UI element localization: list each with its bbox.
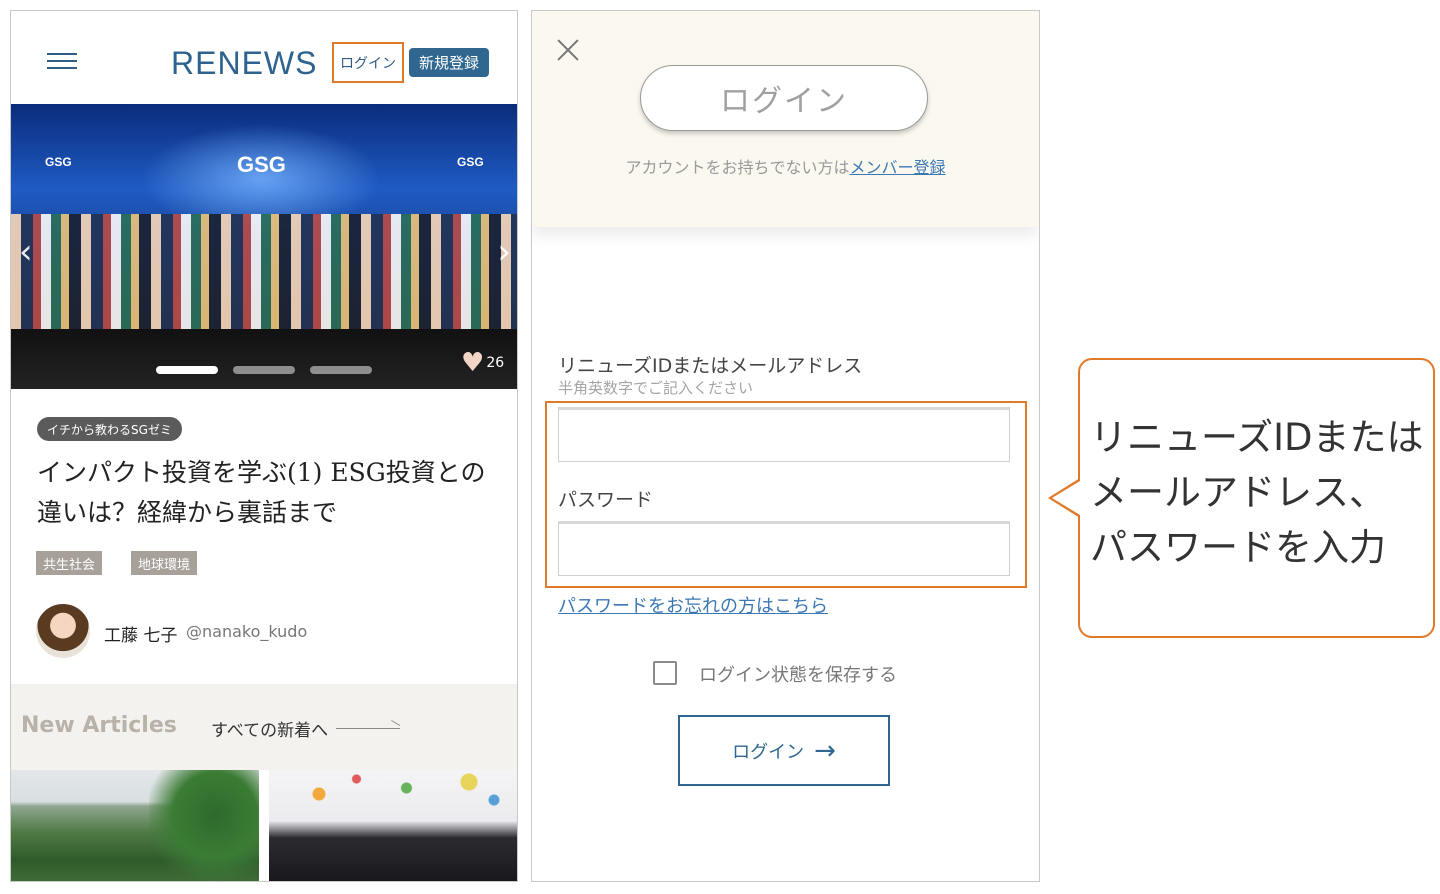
thumbnail-decoration xyxy=(269,770,517,830)
header-signup-button[interactable]: 新規登録 xyxy=(409,48,489,77)
carousel-prev-icon[interactable]: ‹ xyxy=(19,232,33,272)
thumbnail-trees xyxy=(149,770,259,881)
all-new-articles-link[interactable]: すべての新着へ xyxy=(211,716,401,741)
like-count: 26 xyxy=(486,355,505,371)
callout-text: リニューズIDまたは メールアドレス、 パスワードを入力 xyxy=(1090,410,1430,575)
no-account-label: アカウントをお持ちでない方は xyxy=(625,158,850,177)
site-logo[interactable]: RENEWS xyxy=(171,45,317,82)
member-signup-link[interactable]: メンバー登録 xyxy=(850,158,946,177)
login-title: ログイン xyxy=(640,65,928,131)
author-handle[interactable]: @nanako_kudo xyxy=(186,622,307,641)
section-heading: New Articles xyxy=(21,713,177,738)
password-field-label: パスワード xyxy=(558,489,654,511)
long-arrow-icon xyxy=(336,728,401,729)
callout-tail-fill xyxy=(1052,481,1080,515)
hero-photo-crowd xyxy=(11,214,517,334)
login-header: ログイン アカウントをお持ちでない方はメンバー登録 xyxy=(532,11,1039,227)
article-thumbnail[interactable] xyxy=(11,770,259,881)
id-field-hint: 半角英数字でご記入ください xyxy=(558,379,754,397)
tag[interactable]: 地球環境 xyxy=(131,551,198,575)
callout-line: リニューズIDまたは xyxy=(1090,416,1424,459)
close-icon[interactable] xyxy=(554,36,582,64)
login-submit-button[interactable]: ログイン → xyxy=(678,715,890,786)
carousel-dot[interactable] xyxy=(156,366,218,374)
callout-line: パスワードを入力 xyxy=(1090,526,1386,569)
hero-photo-stage xyxy=(11,329,517,389)
login-submit-label: ログイン xyxy=(732,741,805,763)
id-field-label: リニューズIDまたはメールアドレス xyxy=(558,355,863,377)
callout-line: メールアドレス、 xyxy=(1090,471,1386,514)
article-title[interactable]: インパクト投資を学ぶ(1) ESG投資との違いは？経緯から裏話まで xyxy=(37,453,493,533)
password-input[interactable] xyxy=(558,521,1010,576)
hamburger-menu-icon[interactable] xyxy=(47,51,77,71)
heart-icon: ♥ xyxy=(461,348,485,378)
new-articles-section: New Articles すべての新着へ xyxy=(11,684,517,770)
hero-sign-right: GSG xyxy=(457,155,484,169)
all-new-link-label: すべての新着へ xyxy=(211,721,329,741)
remember-login-label[interactable]: ログイン状態を保存する xyxy=(699,661,897,687)
article-thumbnail[interactable] xyxy=(269,770,517,881)
mobile-article-page: RENEWS ログイン 新規登録 GSG GSG GSG ‹ › ♥ 26 イチ… xyxy=(10,10,518,882)
forgot-password-link[interactable]: パスワードをお忘れの方はこちら xyxy=(558,592,828,618)
hero-sign-center: GSG xyxy=(237,152,286,177)
login-modal: ログイン アカウントをお持ちでない方はメンバー登録 リニューズIDまたはメールア… xyxy=(531,10,1040,882)
carousel-dot[interactable] xyxy=(233,366,295,374)
category-badge[interactable]: イチから教わるSGゼミ xyxy=(37,417,182,441)
tag[interactable]: 共生社会 xyxy=(36,551,103,575)
hero-carousel[interactable]: GSG GSG GSG ‹ › ♥ 26 xyxy=(11,104,517,389)
header-login-button[interactable]: ログイン xyxy=(332,42,404,83)
no-account-text: アカウントをお持ちでない方はメンバー登録 xyxy=(532,154,1039,178)
arrow-right-icon: → xyxy=(814,735,836,766)
remember-login-checkbox[interactable] xyxy=(653,661,677,685)
author-avatar[interactable] xyxy=(36,604,90,658)
carousel-dot[interactable] xyxy=(310,366,372,374)
carousel-next-icon[interactable]: › xyxy=(497,232,511,272)
author-name[interactable]: 工藤 七子 xyxy=(104,621,177,646)
like-button[interactable]: ♥ 26 xyxy=(461,350,504,376)
hero-sign-left: GSG xyxy=(45,155,72,169)
id-or-email-input[interactable] xyxy=(558,407,1010,462)
